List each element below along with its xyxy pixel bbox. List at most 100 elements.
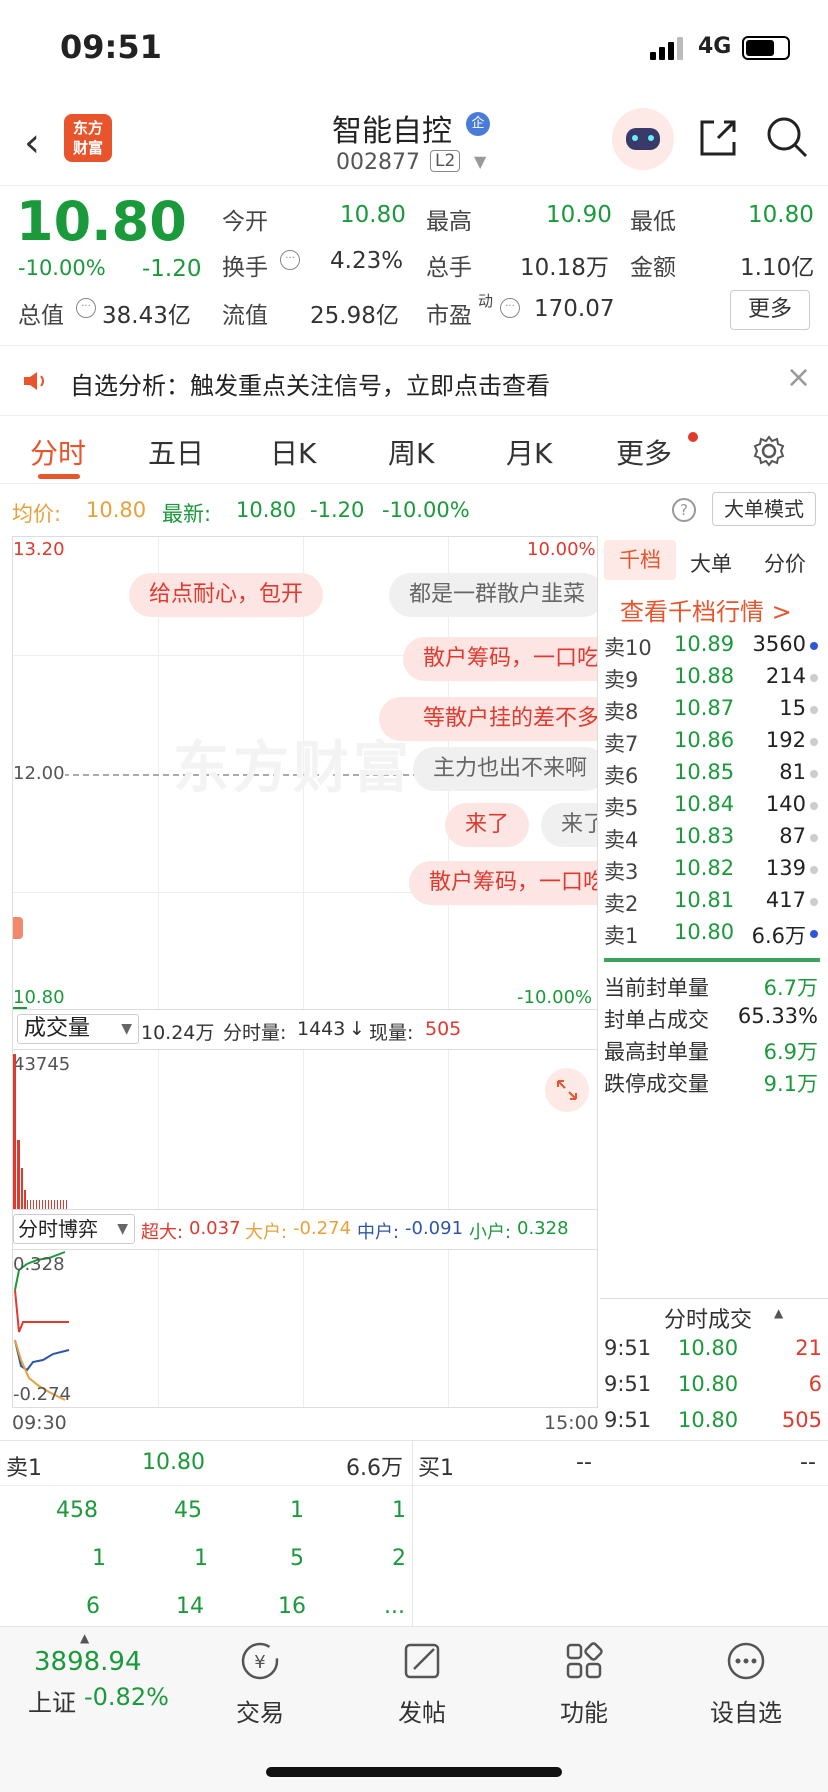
- amount-label: 金额: [630, 255, 676, 281]
- volume-value: 10.18万: [520, 255, 609, 281]
- back-icon[interactable]: ‹: [24, 120, 40, 166]
- comment-bubble[interactable]: 都是一群散户韭菜: [389, 573, 597, 617]
- triangle-up-icon: ▲: [774, 1306, 784, 1320]
- capital-flow-label: 分时博弈: [18, 1217, 98, 1241]
- share-icon[interactable]: [696, 116, 740, 160]
- comment-bubble[interactable]: 主力也出不来啊: [413, 747, 597, 791]
- tab-five-day[interactable]: 五日: [148, 432, 204, 472]
- watermark: 东方财富: [173, 736, 413, 801]
- ask-row[interactable]: 卖8 10.87 15: [600, 696, 828, 728]
- level2-badge[interactable]: L2: [430, 150, 461, 172]
- robot-assistant-icon[interactable]: [612, 108, 674, 170]
- tab-price-levels[interactable]: 分价: [764, 548, 806, 578]
- search-icon[interactable]: [764, 114, 810, 160]
- stock-code: 002877: [336, 150, 420, 175]
- index-name: 上证: [28, 1689, 76, 1717]
- super-value: 0.037: [189, 1218, 241, 1239]
- pe-value: 170.07: [534, 296, 615, 322]
- comment-bubble[interactable]: 给点耐心，包开: [129, 573, 324, 617]
- capital-flow-chart[interactable]: 0.328 -0.274: [12, 1250, 598, 1408]
- info-icon[interactable]: ···: [500, 298, 520, 318]
- settings-icon[interactable]: [752, 434, 786, 468]
- queue-cell: 1: [194, 1546, 208, 1571]
- view-levels-link[interactable]: 查看千档行情 >: [620, 592, 792, 627]
- ask-row[interactable]: 卖7 10.86 192: [600, 728, 828, 760]
- intraday-chart[interactable]: 东方财富 13.20 10.00% 12.00 10.80 -10.00% 给点…: [12, 536, 598, 1010]
- nav-trade[interactable]: ¥ 交易: [200, 1639, 320, 1728]
- help-icon[interactable]: ?: [672, 498, 696, 522]
- tab-monthly-k[interactable]: 月K: [506, 432, 552, 472]
- index-ticker[interactable]: 3898.94 上证 -0.82%: [24, 1639, 184, 1729]
- volume-label: 总手: [426, 255, 472, 281]
- big-value: -0.274: [293, 1218, 352, 1239]
- ask-row[interactable]: 卖10 10.89 3560: [600, 632, 828, 664]
- queue-cell: 45: [174, 1498, 202, 1523]
- tab-more[interactable]: 更多: [616, 432, 672, 472]
- stat-row: 最高封单量 6.9万: [604, 1040, 818, 1064]
- tab-big-orders[interactable]: 大单: [690, 548, 732, 578]
- tab-thousand-levels[interactable]: 千档: [604, 540, 676, 580]
- expand-icon[interactable]: [545, 1068, 589, 1112]
- nav-function[interactable]: 功能: [524, 1639, 644, 1728]
- ask-row[interactable]: 卖2 10.81 417: [600, 888, 828, 920]
- volume-selector[interactable]: 成交量 ▼: [17, 1014, 139, 1044]
- index-value: 3898.94: [34, 1647, 142, 1677]
- big-order-mode-button[interactable]: 大单模式: [712, 492, 816, 526]
- change-amount: -1.20: [142, 256, 202, 282]
- speaker-icon: [24, 372, 44, 390]
- close-icon[interactable]: ×: [786, 360, 811, 395]
- ask-row[interactable]: 卖6 10.85 81: [600, 760, 828, 792]
- trade-row: 9:51 10.80 505: [604, 1408, 822, 1432]
- price-summary-row: 均价: 10.80 最新: 10.80 -1.20 -10.00% ? 大单模式: [0, 484, 828, 534]
- more-button[interactable]: 更多: [730, 290, 810, 330]
- mktcap-value: 38.43亿: [102, 303, 191, 329]
- pe-sup: 动: [478, 292, 494, 310]
- info-icon[interactable]: ···: [76, 298, 96, 318]
- volume-max: 43745: [13, 1054, 71, 1075]
- comment-bubble[interactable]: 等散户挂的差不多: [379, 697, 597, 741]
- ask-row[interactable]: 卖3 10.82 139: [600, 856, 828, 888]
- comment-bubble[interactable]: 散户筹码，一口吃: [409, 861, 597, 905]
- nav-post[interactable]: 发帖: [362, 1639, 482, 1728]
- trades-title[interactable]: 分时成交: [664, 1302, 752, 1334]
- stock-header: ‹ 东方 财富 智能自控 企 002877 L2 ▼: [0, 96, 828, 186]
- float-label: 流值: [222, 303, 268, 329]
- ask-row[interactable]: 卖5 10.84 140: [600, 792, 828, 824]
- tab-weekly-k[interactable]: 周K: [388, 432, 434, 472]
- amount-value: 1.10亿: [740, 255, 815, 281]
- tab-daily-k[interactable]: 日K: [270, 432, 316, 472]
- status-bar: 09:51 4G: [0, 0, 828, 96]
- level1-queue-header: 卖1 10.80 6.6万 买1 -- --: [0, 1440, 828, 1626]
- stat-row: 跌停成交量 9.1万: [604, 1072, 818, 1096]
- comment-bubble[interactable]: 来了: [445, 803, 530, 847]
- queue-cell: 458: [56, 1498, 98, 1523]
- ask-row[interactable]: 卖9 10.88 214: [600, 664, 828, 696]
- notice-bar[interactable]: 自选分析：触发重点关注信号，立即点击查看 ×: [0, 346, 828, 416]
- queue-cell: 14: [176, 1594, 204, 1619]
- current-vol-value: 505: [425, 1018, 462, 1040]
- capital-flow-selector[interactable]: 分时博弈 ▼: [13, 1214, 135, 1244]
- sell1-label: 卖1: [6, 1456, 42, 1481]
- comment-bubble[interactable]: 散户筹码，一口吃: [403, 637, 597, 681]
- comment-bubble[interactable]: 来了: [541, 803, 597, 847]
- queue-cell: 5: [290, 1546, 304, 1571]
- latest-value: 10.80: [236, 498, 297, 522]
- buy1-label: 买1: [418, 1456, 454, 1481]
- queue-cell: ...: [384, 1594, 405, 1619]
- svg-text:¥: ¥: [254, 1652, 265, 1673]
- high-value: 10.90: [546, 202, 612, 228]
- chevron-down-icon[interactable]: ▼: [474, 152, 486, 171]
- tab-intraday[interactable]: 分时: [30, 432, 86, 472]
- nav-add-watchlist[interactable]: 设自选: [686, 1639, 806, 1728]
- home-indicator: [266, 1767, 562, 1777]
- ask-row[interactable]: 卖1 10.80 6.6万: [600, 920, 828, 952]
- info-icon[interactable]: ···: [280, 250, 300, 270]
- stat-row: 封单占成交 65.33%: [604, 1004, 818, 1032]
- small-value: 0.328: [517, 1218, 569, 1239]
- sell1-volume: 6.6万: [346, 1456, 403, 1481]
- bid-ask-divider: [604, 958, 820, 962]
- ask-row[interactable]: 卖4 10.83 87: [600, 824, 828, 856]
- volume-chart[interactable]: 43745: [12, 1050, 598, 1210]
- open-value: 10.80: [340, 202, 406, 228]
- buy1-volume: --: [800, 1450, 816, 1475]
